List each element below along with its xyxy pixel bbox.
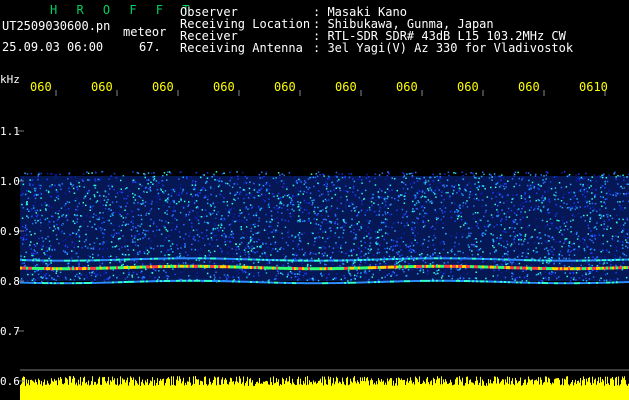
x-tick-label: 060 <box>335 80 357 94</box>
bottom-activity-bar <box>20 376 629 400</box>
x-tick-label: 0610 <box>579 80 608 94</box>
x-tick-label: 060 <box>91 80 113 94</box>
x-tick-label: 060 <box>152 80 174 94</box>
signal-band <box>20 176 629 281</box>
y-tick-label: 0.8 <box>0 275 20 288</box>
y-tick-label: 1.0 <box>0 175 20 188</box>
x-tick-label: 060 <box>274 80 296 94</box>
spectrogram-plot <box>18 90 629 400</box>
y-tick-label: 0.7 <box>0 325 20 338</box>
y-tick-label: 1.1 <box>0 125 20 138</box>
x-tick-label: 060 <box>457 80 479 94</box>
y-tick-label: 0.9 <box>0 225 20 238</box>
x-tick-label: 060 <box>30 80 52 94</box>
x-tick-label: 060 <box>518 80 540 94</box>
x-tick-label: 060 <box>396 80 418 94</box>
x-tick-label: 060 <box>213 80 235 94</box>
y-tick-label: 0.6 <box>0 375 20 388</box>
spectrogram-window: H R O F F T UT2509030600.pn meteor 25.09… <box>0 0 629 400</box>
signal-noise <box>20 171 629 283</box>
